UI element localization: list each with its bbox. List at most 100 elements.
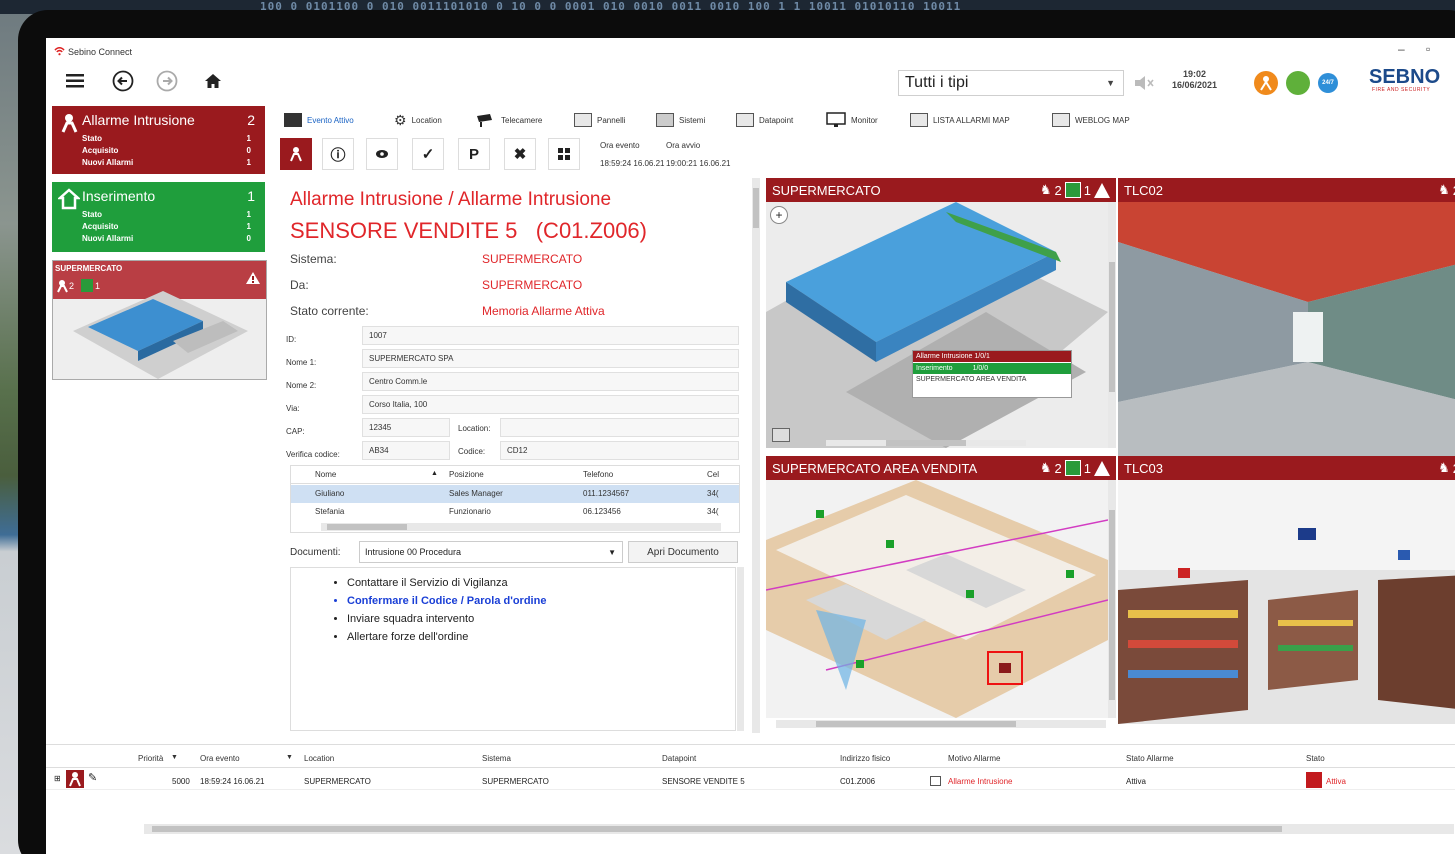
- tab-lista-allarmi-map[interactable]: LISTA ALLARMI MAP: [910, 110, 1010, 130]
- via-label: Via:: [286, 404, 300, 413]
- map-supermercato[interactable]: + Allarme Intrusione 1/0/1 Inserimento 1/…: [766, 202, 1108, 448]
- map-area-vendita[interactable]: [766, 480, 1108, 718]
- contacts-hscrollbar[interactable]: [321, 523, 721, 531]
- summary-row-value: 1: [246, 158, 251, 167]
- zoom-in-button[interactable]: +: [770, 206, 788, 224]
- contact-mobile: 34(: [707, 489, 719, 498]
- column-header[interactable]: Ora evento: [200, 754, 240, 763]
- open-document-button[interactable]: Apri Documento: [628, 541, 738, 563]
- insertion-summary-card[interactable]: Inserimento 1 Stato 1 Acquisito 1 Nuovi …: [52, 182, 265, 252]
- alarm-action-button[interactable]: [280, 138, 312, 170]
- support-247-icon[interactable]: 24/7: [1318, 73, 1338, 93]
- tab-monitor[interactable]: Monitor: [826, 110, 878, 130]
- camera-feed-tlc03[interactable]: [1118, 480, 1455, 724]
- document-select[interactable]: Intrusione 00 Procedura ▼: [359, 541, 623, 563]
- alarm-state-cell: Attiva: [1126, 777, 1147, 786]
- menu-button[interactable]: [60, 67, 90, 95]
- intrusion-alarm-icon: ♞: [1438, 460, 1450, 475]
- app-window: Sebino Connect – ▫ Tutti i tipi ▼ 19:02 …: [46, 38, 1455, 854]
- event-time-cell: 18:59:24 16.06.21: [200, 777, 265, 786]
- id-label: ID:: [286, 335, 297, 344]
- p-icon: P: [468, 145, 479, 163]
- column-header[interactable]: Indirizzo fisico: [840, 754, 890, 763]
- list-item: Allertare forze dell'ordine: [347, 628, 546, 646]
- procedure-vscrollbar[interactable]: [737, 567, 744, 731]
- table-row[interactable]: [291, 485, 739, 503]
- location-tab-icon: ⚙: [394, 111, 407, 128]
- forward-button[interactable]: [152, 67, 182, 95]
- detail-vscrollbar[interactable]: [752, 178, 760, 733]
- popup-insert-counts: 1/0/0: [972, 365, 989, 372]
- camera-view-icon[interactable]: [772, 428, 790, 442]
- building-isometric-image: [73, 291, 248, 379]
- mute-icon[interactable]: [1134, 75, 1156, 91]
- expand-icon[interactable]: ⊞: [54, 774, 61, 783]
- camera-feed-tlc02[interactable]: [1118, 202, 1455, 456]
- map-vscrollbar[interactable]: [1108, 202, 1116, 448]
- tab-sistemi[interactable]: Sistemi: [656, 110, 705, 130]
- acknowledge-button[interactable]: ✓: [412, 138, 444, 170]
- alarm-grid-hscrollbar[interactable]: [144, 824, 1454, 834]
- tab-location[interactable]: ⚙ Location: [394, 110, 442, 130]
- start-time-label: Ora avvio: [666, 141, 701, 150]
- contacts-header-cell[interactable]: Posizione: [445, 466, 488, 483]
- intrusion-alarm-icon: [290, 147, 302, 162]
- contacts-header-cell[interactable]: Cel: [703, 466, 733, 483]
- minimize-button[interactable]: –: [1398, 42, 1405, 56]
- contacts-header-cell[interactable]: Telefono: [579, 466, 617, 483]
- table-row[interactable]: [291, 504, 739, 522]
- column-header[interactable]: Datapoint: [662, 754, 696, 763]
- contact-position: Sales Manager: [449, 489, 503, 498]
- tab-pannelli[interactable]: Pannelli: [574, 110, 625, 130]
- house-insert-icon: [1064, 460, 1081, 476]
- tab-weblog-map[interactable]: WEBLOG MAP: [1052, 110, 1130, 130]
- grid-button[interactable]: [548, 138, 580, 170]
- window-controls[interactable]: – ▫: [1398, 42, 1430, 56]
- column-header[interactable]: Stato Allarme: [1126, 754, 1174, 763]
- summary-row-value: 1: [246, 222, 251, 231]
- map-hscrollbar[interactable]: [776, 720, 1106, 728]
- column-header[interactable]: Motivo Allarme: [948, 754, 1000, 763]
- column-header[interactable]: Sistema: [482, 754, 511, 763]
- back-button[interactable]: [108, 67, 138, 95]
- location-thumbnail[interactable]: SUPERMERCATO 2 1: [52, 260, 267, 380]
- column-header[interactable]: Location: [304, 754, 334, 763]
- map-hscrollbar[interactable]: [826, 440, 1026, 446]
- tab-label: WEBLOG MAP: [1075, 115, 1130, 125]
- stato-label: Stato corrente:: [290, 304, 369, 318]
- type-filter-select[interactable]: Tutti i tipi ▼: [898, 70, 1124, 96]
- grid-icon: [558, 148, 570, 160]
- summary-title: Allarme Intrusione: [82, 112, 195, 128]
- contact-phone: 06.123456: [583, 507, 621, 516]
- sistema-value: SUPERMERCATO: [482, 252, 583, 266]
- house-insert-icon: [1064, 182, 1081, 198]
- tab-label: Sistemi: [679, 115, 706, 125]
- panel-tab-icon: [574, 113, 592, 127]
- home-button[interactable]: [198, 67, 228, 95]
- panel-title: TLC02: [1124, 182, 1164, 198]
- tab-label: LISTA ALLARMI MAP: [933, 115, 1010, 125]
- view-button[interactable]: [366, 138, 398, 170]
- info-button[interactable]: ⓘ: [322, 138, 354, 170]
- tab-telecamere[interactable]: Telecamere: [476, 110, 542, 130]
- column-header[interactable]: Stato: [1306, 754, 1325, 763]
- maximize-button[interactable]: ▫: [1426, 42, 1430, 56]
- person-status-icon[interactable]: [1254, 71, 1278, 95]
- tab-evento-attivo[interactable]: Evento Attivo: [284, 110, 354, 130]
- close-alarm-button[interactable]: ✖: [504, 138, 536, 170]
- summary-row-value: 1: [246, 210, 251, 219]
- brand-logo: SEBNO: [1369, 66, 1441, 88]
- column-header[interactable]: Priorità: [138, 754, 163, 763]
- title-bar: Sebino Connect – ▫: [46, 38, 1455, 62]
- contacts-header-cell[interactable]: Nome: [311, 466, 340, 483]
- contact-name: Giuliano: [315, 489, 345, 498]
- map-vscrollbar[interactable]: [1108, 480, 1116, 718]
- summary-count: 1: [247, 188, 255, 204]
- p-button[interactable]: P: [458, 138, 490, 170]
- nome1-label: Nome 1:: [286, 358, 317, 367]
- intrusion-summary-card[interactable]: Allarme Intrusione 2 Stato 1 Acquisito 0…: [52, 106, 265, 174]
- tab-datapoint[interactable]: Datapoint: [736, 110, 793, 130]
- edit-icon[interactable]: ✎: [88, 771, 97, 784]
- status-green-icon[interactable]: [1286, 71, 1310, 95]
- alarm-popup[interactable]: Allarme Intrusione 1/0/1 Inserimento 1/0/…: [912, 350, 1072, 398]
